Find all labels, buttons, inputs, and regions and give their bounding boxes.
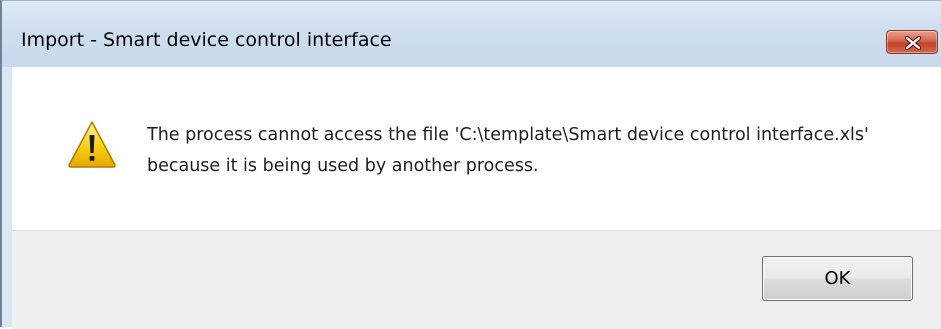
message-dialog: Import - Smart device control interface xyxy=(0,0,941,329)
close-icon xyxy=(904,36,922,50)
ok-button[interactable]: OK xyxy=(762,256,913,301)
dialog-client-area: The process cannot access the file 'C:\t… xyxy=(12,67,941,329)
title-bar[interactable]: Import - Smart device control interface xyxy=(2,1,941,67)
close-button[interactable] xyxy=(886,30,938,54)
button-bar: OK xyxy=(12,230,941,329)
dialog-content: The process cannot access the file 'C:\t… xyxy=(12,67,941,230)
window-title: Import - Smart device control interface xyxy=(21,29,392,51)
error-message: The process cannot access the file 'C:\t… xyxy=(147,125,869,176)
warning-icon xyxy=(68,121,116,168)
